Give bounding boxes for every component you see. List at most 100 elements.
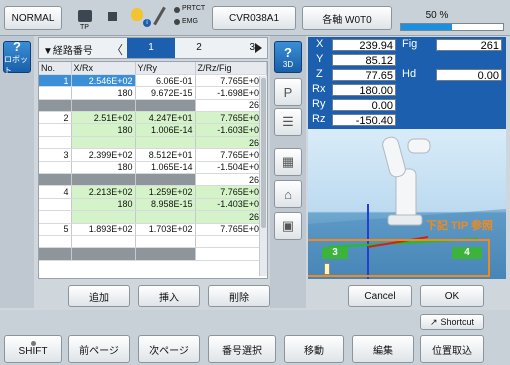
ok-button[interactable]: OK	[420, 285, 484, 307]
value-cell[interactable]: 2.213E+02	[71, 185, 136, 199]
mode-button[interactable]: NORMAL	[4, 6, 62, 30]
row-number-cell[interactable]: 3	[39, 148, 72, 162]
cancel-button[interactable]: Cancel	[348, 285, 412, 307]
table-row[interactable]: 180 1.065E-14 -1.504E+02	[39, 161, 267, 175]
row-number-cell[interactable]: 1	[39, 74, 72, 88]
value-cell[interactable]: 1.703E+02	[135, 223, 196, 236]
value-cell[interactable]: 180	[71, 161, 136, 175]
next-page-button[interactable]: 次ページ	[138, 335, 200, 363]
edit-button[interactable]: 編集	[352, 335, 414, 363]
table-row[interactable]: 2 2.51E+02 4.247E+01 7.765E+01	[39, 111, 267, 125]
table-row[interactable]: 180 8.958E-15 -1.403E+02	[39, 198, 267, 212]
value-cell[interactable]	[135, 173, 196, 187]
table-row[interactable]	[39, 247, 267, 261]
value-cell[interactable]	[71, 173, 136, 187]
value-cell[interactable]: 1.259E+02	[135, 185, 196, 199]
value-cell[interactable]: 6.06E-01	[135, 74, 196, 88]
row-number-cell[interactable]	[39, 99, 72, 113]
value-cell[interactable]: 180	[71, 86, 136, 100]
table-row[interactable]	[39, 235, 267, 249]
value-cell[interactable]	[135, 235, 196, 249]
value-cell[interactable]: -1.403E+02	[195, 198, 267, 212]
value-cell[interactable]: 8.512E+01	[135, 148, 196, 162]
table-scroll-thumb[interactable]	[261, 78, 266, 228]
tab-page-2[interactable]: 2	[177, 38, 221, 58]
table-row[interactable]: 5 1.893E+02 1.703E+02 7.765E+01	[39, 223, 267, 236]
marker-left[interactable]: 3	[322, 247, 348, 259]
row-number-cell[interactable]	[39, 198, 72, 212]
value-cell[interactable]: 261	[195, 136, 267, 150]
table-row[interactable]: 180 9.672E-15 -1.698E+02	[39, 86, 267, 100]
table-row[interactable]: 1 2.546E+02 6.06E-01 7.765E+01	[39, 74, 267, 88]
value-cell[interactable]: 2.51E+02	[71, 111, 136, 125]
value-cell[interactable]	[135, 99, 196, 113]
value-cell[interactable]: 1.893E+02	[71, 223, 136, 236]
value-cell[interactable]: 180	[71, 198, 136, 212]
value-cell[interactable]: 2.546E+02	[71, 74, 136, 88]
value-cell[interactable]: 8.958E-15	[135, 198, 196, 212]
value-cell[interactable]	[135, 136, 196, 150]
value-cell[interactable]: -1.603E+02	[195, 123, 267, 137]
table-row[interactable]: 261	[39, 210, 267, 224]
table-row[interactable]: 261	[39, 136, 267, 150]
home-tool-icon[interactable]: ⌂	[274, 180, 302, 208]
tab-page-1[interactable]: 1	[127, 38, 175, 58]
row-number-cell[interactable]	[39, 210, 72, 224]
position-capture-button[interactable]: 位置取込	[420, 335, 484, 363]
marker-right[interactable]: 4	[452, 247, 482, 259]
value-cell[interactable]: 261	[195, 99, 267, 113]
value-cell[interactable]: 7.765E+01	[195, 148, 267, 162]
value-cell[interactable]: 180	[71, 123, 136, 137]
point-tool-icon[interactable]: P	[274, 78, 302, 106]
table-scrollbar[interactable]	[259, 76, 267, 276]
number-select-button[interactable]: 番号選択	[208, 335, 276, 363]
cube-tool-icon[interactable]: ▣	[274, 212, 302, 240]
route-number-title[interactable]: ▼経路番号	[43, 42, 93, 57]
value-cell[interactable]: 261	[195, 210, 267, 224]
axis-button[interactable]: 各軸 W0T0	[302, 6, 392, 30]
row-number-cell[interactable]: 5	[39, 223, 72, 236]
value-cell[interactable]	[195, 247, 267, 261]
robot-button[interactable]: ? ロボット	[3, 39, 31, 75]
tab-page-3[interactable]: 3	[223, 38, 255, 58]
value-cell[interactable]: -1.504E+02	[195, 161, 267, 175]
value-cell[interactable]: 2.399E+02	[71, 148, 136, 162]
slider-handle[interactable]	[324, 263, 330, 275]
value-cell[interactable]	[135, 210, 196, 224]
tab-prev-icon[interactable]: 〈	[111, 41, 123, 58]
prev-page-button[interactable]: 前ページ	[68, 335, 130, 363]
shift-button[interactable]: SHIFT	[4, 335, 62, 363]
row-number-cell[interactable]	[39, 247, 72, 261]
value-cell[interactable]: 7.765E+01	[195, 223, 267, 236]
value-cell[interactable]: 7.765E+01	[195, 111, 267, 125]
value-cell[interactable]: -1.698E+02	[195, 86, 267, 100]
add-button[interactable]: 追加	[68, 285, 130, 307]
value-cell[interactable]: 1.006E-14	[135, 123, 196, 137]
tab-next-icon[interactable]	[255, 43, 262, 53]
view-3d-button[interactable]: ? 3D	[274, 41, 302, 73]
value-cell[interactable]	[71, 247, 136, 261]
value-cell[interactable]: 261	[195, 173, 267, 187]
row-number-cell[interactable]	[39, 161, 72, 175]
value-cell[interactable]	[71, 99, 136, 113]
list-tool-icon[interactable]: ☰	[274, 108, 302, 136]
program-button[interactable]: CVR038A1	[212, 6, 296, 30]
value-cell[interactable]	[71, 136, 136, 150]
row-number-cell[interactable]	[39, 123, 72, 137]
row-number-cell[interactable]	[39, 173, 72, 187]
insert-button[interactable]: 挿入	[138, 285, 200, 307]
row-number-cell[interactable]	[39, 235, 72, 249]
row-number-cell[interactable]	[39, 86, 72, 100]
grid-tool-icon[interactable]: ▦	[274, 148, 302, 176]
row-number-cell[interactable]: 4	[39, 185, 72, 199]
value-cell[interactable]	[195, 235, 267, 249]
speed-bar[interactable]	[400, 23, 504, 31]
value-cell[interactable]	[71, 210, 136, 224]
value-cell[interactable]: 7.765E+01	[195, 185, 267, 199]
row-number-cell[interactable]	[39, 136, 72, 150]
robot-3d-view[interactable]: 下記 TIP 参照 3 4	[308, 129, 506, 279]
value-cell[interactable]: 7.765E+01	[195, 74, 267, 88]
table-row[interactable]: 180 1.006E-14 -1.603E+02	[39, 123, 267, 137]
table-row[interactable]: 4 2.213E+02 1.259E+02 7.765E+01	[39, 185, 267, 199]
value-cell[interactable]	[71, 235, 136, 249]
